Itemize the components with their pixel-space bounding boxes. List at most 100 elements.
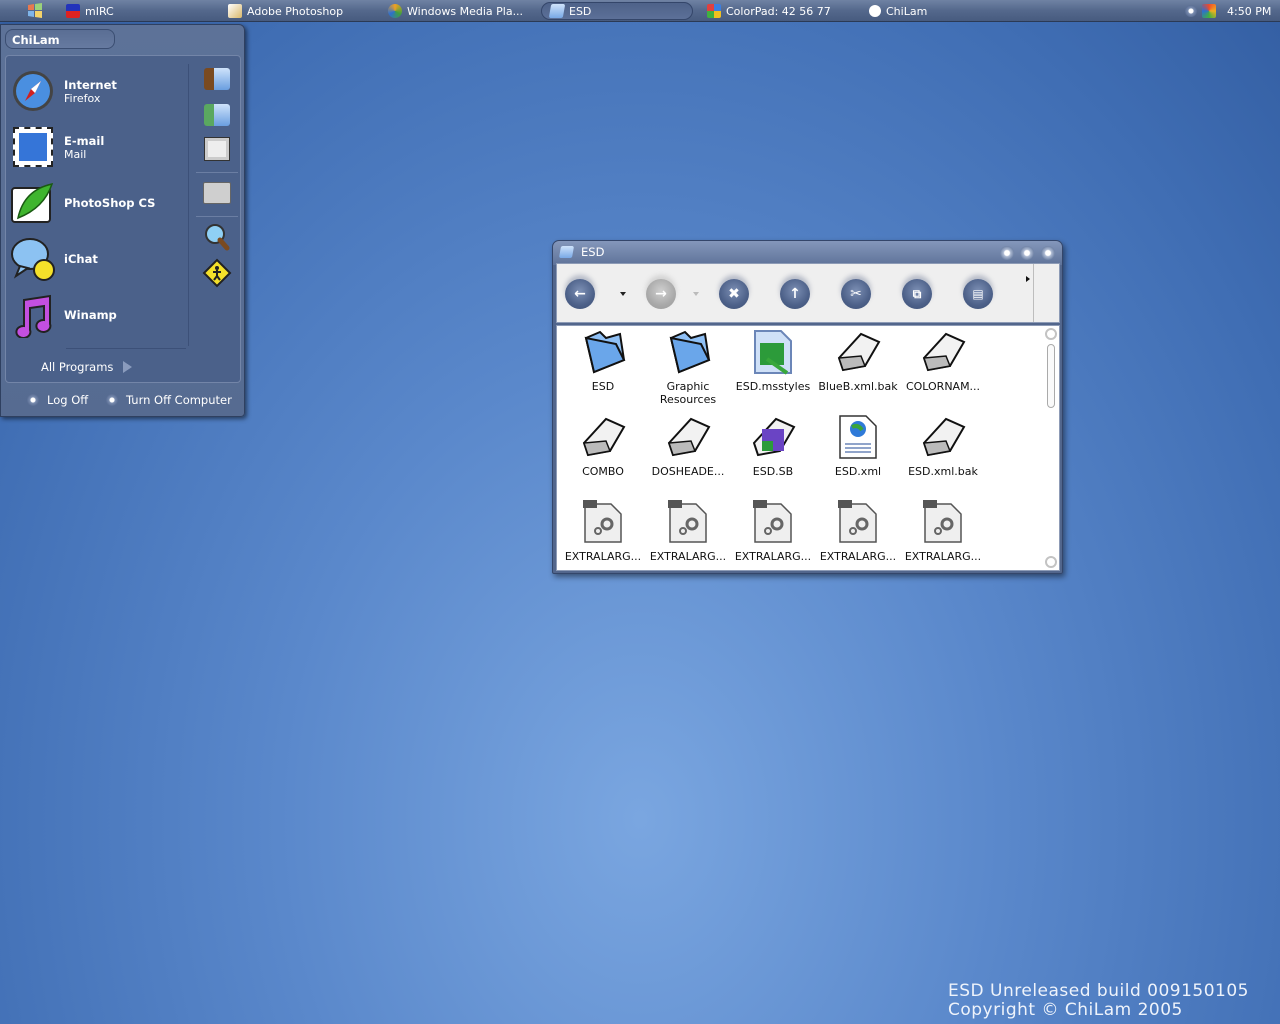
up-button[interactable]: ↑ bbox=[780, 279, 810, 309]
taskbar-item-label: ColorPad: 42 56 77 bbox=[726, 4, 831, 18]
vertical-scrollbar[interactable] bbox=[1043, 326, 1059, 570]
file-item[interactable]: COLORNAM... bbox=[901, 328, 985, 393]
log-off-label: Log Off bbox=[47, 393, 89, 407]
start-button[interactable] bbox=[26, 2, 44, 20]
paste-button[interactable]: ▤ bbox=[963, 279, 993, 309]
turn-off-label: Turn Off Computer bbox=[126, 393, 232, 407]
all-programs-button[interactable]: All Programs bbox=[41, 360, 133, 374]
msn-butterfly-icon[interactable] bbox=[1202, 4, 1216, 18]
all-programs-label: All Programs bbox=[41, 360, 114, 374]
maximize-button[interactable] bbox=[1020, 246, 1034, 260]
music-note-icon bbox=[10, 292, 56, 338]
turn-off-button[interactable]: Turn Off Computer bbox=[106, 393, 232, 407]
msstyles-file-icon bbox=[749, 328, 797, 376]
taskbar: mIRC Adobe Photoshop Windows Media Pla..… bbox=[0, 0, 1280, 22]
divider bbox=[1033, 264, 1034, 322]
file-item[interactable]: COMBO bbox=[561, 413, 645, 478]
program-title: Internet bbox=[64, 77, 117, 92]
place-run[interactable] bbox=[202, 258, 232, 288]
my-pictures-icon bbox=[204, 104, 230, 126]
run-icon bbox=[202, 258, 232, 288]
place-my-pictures[interactable] bbox=[202, 100, 232, 130]
scroll-thumb[interactable] bbox=[1047, 344, 1055, 408]
user-name: ChiLam bbox=[5, 29, 115, 49]
taskbar-item-colorpad[interactable]: ColorPad: 42 56 77 bbox=[707, 2, 831, 20]
taskbar-item-photoshop[interactable]: Adobe Photoshop bbox=[228, 2, 343, 20]
program-ichat[interactable]: iChat bbox=[10, 234, 98, 284]
desktop-watermark: ESD Unreleased build 009150105 Copyright… bbox=[948, 982, 1249, 1020]
folder-icon bbox=[558, 246, 575, 258]
back-dropdown[interactable] bbox=[620, 292, 626, 296]
taskbar-item-chilam[interactable]: ChiLam bbox=[869, 2, 927, 20]
scroll-up-button[interactable] bbox=[1045, 328, 1057, 340]
file-item[interactable]: ESD.SB bbox=[731, 413, 815, 478]
chat-bubble-icon bbox=[869, 5, 881, 17]
place-my-documents[interactable] bbox=[202, 64, 232, 94]
place-search[interactable] bbox=[202, 222, 232, 252]
file-item[interactable]: ESD.xml bbox=[816, 413, 900, 478]
power-icon bbox=[106, 394, 118, 406]
scissors-icon: ✂ bbox=[850, 286, 862, 302]
explorer-window: ESD ← → ✖ ↑ ✂ ⧉ ▤ ESD Graphic Resources ES… bbox=[552, 240, 1063, 574]
file-name: ESD bbox=[591, 380, 615, 393]
place-my-computer[interactable] bbox=[202, 134, 232, 164]
file-item[interactable]: EXTRALARG... bbox=[816, 498, 900, 563]
log-off-button[interactable]: Log Off bbox=[27, 393, 88, 407]
generic-file-icon bbox=[579, 413, 627, 461]
forward-button[interactable]: → bbox=[646, 279, 676, 309]
program-photoshop[interactable]: PhotoShop CS bbox=[10, 178, 155, 228]
scroll-down-button[interactable] bbox=[1045, 556, 1057, 568]
close-button[interactable] bbox=[1041, 246, 1055, 260]
feather-icon bbox=[10, 180, 56, 226]
divider bbox=[66, 348, 186, 349]
generic-file-icon bbox=[919, 413, 967, 461]
back-button[interactable]: ← bbox=[565, 279, 595, 309]
taskbar-item-media-player[interactable]: Windows Media Pla... bbox=[388, 2, 523, 20]
tray-dot-icon[interactable] bbox=[1185, 5, 1197, 17]
file-item[interactable]: EXTRALARG... bbox=[901, 498, 985, 563]
x-icon: ✖ bbox=[728, 286, 740, 302]
window-title: ESD bbox=[581, 245, 605, 259]
system-tray: 4:50 PM bbox=[1185, 2, 1271, 20]
file-item[interactable]: DOSHEADE... bbox=[646, 413, 730, 478]
file-name: BlueB.xml.bak bbox=[818, 380, 898, 393]
program-internet[interactable]: Internet Firefox bbox=[10, 66, 117, 116]
start-menu-panel: Internet Firefox E-mail Mail PhotoShop CS … bbox=[5, 55, 241, 383]
place-control-panel[interactable] bbox=[202, 178, 232, 208]
file-item[interactable]: BlueB.xml.bak bbox=[816, 328, 900, 393]
program-email[interactable]: E-mail Mail bbox=[10, 122, 104, 172]
paste-icon: ▤ bbox=[972, 287, 984, 301]
taskbar-item-mirc[interactable]: mIRC bbox=[66, 2, 114, 20]
program-winamp[interactable]: Winamp bbox=[10, 290, 117, 340]
divider bbox=[188, 64, 189, 346]
file-item[interactable]: EXTRALARG... bbox=[561, 498, 645, 563]
generic-file-icon bbox=[919, 328, 967, 376]
program-title: iChat bbox=[64, 252, 98, 266]
watermark-build: ESD Unreleased build 009150105 bbox=[948, 981, 1249, 1001]
file-item[interactable]: Graphic Resources bbox=[646, 328, 730, 406]
toolbar-overflow-button[interactable] bbox=[1026, 276, 1030, 282]
cut-button[interactable]: ✂ bbox=[841, 279, 871, 309]
watermark-copyright: Copyright © ChiLam 2005 bbox=[948, 1000, 1183, 1020]
file-item[interactable]: ESD.msstyles bbox=[731, 328, 815, 393]
windows-logo-icon bbox=[28, 3, 42, 18]
copy-button[interactable]: ⧉ bbox=[902, 279, 932, 309]
file-item[interactable]: EXTRALARG... bbox=[731, 498, 815, 563]
taskbar-item-label: ChiLam bbox=[886, 4, 928, 18]
file-item[interactable]: ESD bbox=[561, 328, 645, 393]
taskbar-item-esd[interactable]: ESD bbox=[541, 2, 693, 20]
folder-file-icon bbox=[664, 328, 712, 376]
forward-dropdown[interactable] bbox=[693, 292, 699, 296]
file-item[interactable]: ESD.xml.bak bbox=[901, 413, 985, 478]
compass-icon bbox=[10, 68, 56, 114]
file-name: ESD.msstyles bbox=[735, 380, 811, 393]
minimize-button[interactable] bbox=[1000, 246, 1014, 260]
log-off-icon bbox=[27, 394, 39, 406]
ini-file-icon bbox=[579, 498, 627, 546]
taskbar-item-label: Adobe Photoshop bbox=[247, 4, 344, 18]
file-name: EXTRALARG... bbox=[649, 550, 727, 563]
stop-button[interactable]: ✖ bbox=[719, 279, 749, 309]
program-subtitle: Firefox bbox=[64, 91, 101, 105]
file-item[interactable]: EXTRALARG... bbox=[646, 498, 730, 563]
mirc-icon bbox=[66, 4, 80, 18]
